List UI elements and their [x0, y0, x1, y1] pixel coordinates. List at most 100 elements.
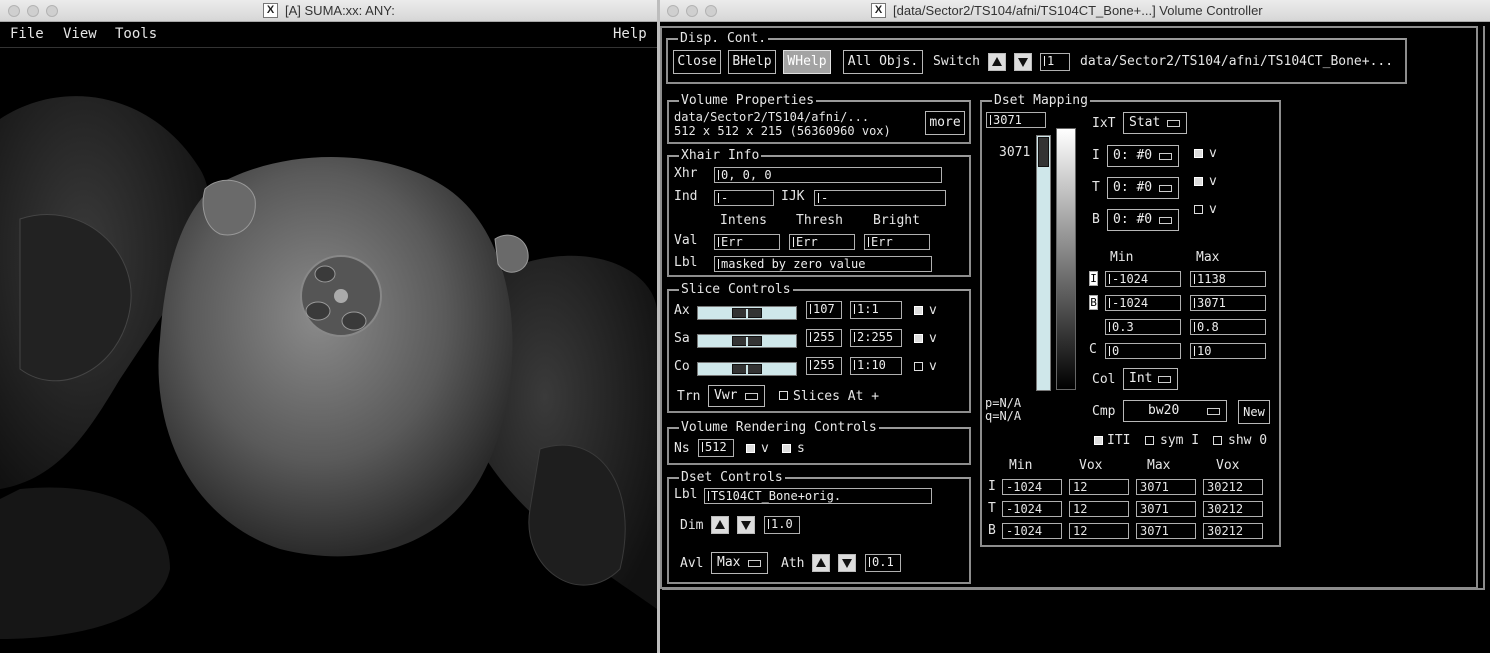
ixt-option-menu[interactable]: Stat: [1123, 112, 1187, 134]
ind-label: Ind: [674, 189, 698, 204]
threshold-scale-thumb[interactable]: [1038, 137, 1049, 167]
row-min-cell: -1024: [1002, 501, 1062, 517]
co-slider-thumb[interactable]: [732, 364, 762, 375]
ath-down-arrow-icon[interactable]: [838, 554, 856, 572]
co-v-checkbox[interactable]: [914, 362, 923, 371]
ns-field[interactable]: 512: [698, 439, 734, 457]
co-label: Co: [674, 359, 690, 374]
row-vox2-cell: 30212: [1203, 501, 1263, 517]
suma-titlebar[interactable]: X [A] SUMA:xx: ANY:: [0, 0, 657, 22]
trn-option-menu[interactable]: Vwr: [708, 385, 765, 407]
right-divider: [1483, 26, 1485, 588]
co-range-field[interactable]: 1:10: [850, 357, 902, 375]
val-thresh-field[interactable]: Err: [789, 234, 855, 250]
ax-slider[interactable]: [697, 306, 797, 320]
ax-slider-thumb[interactable]: [732, 308, 762, 319]
sa-number-field[interactable]: 255: [806, 329, 842, 347]
cmp-option-menu[interactable]: bw20: [1123, 400, 1227, 422]
switch-down-arrow-icon[interactable]: [1014, 53, 1032, 71]
dim-down-arrow-icon[interactable]: [737, 516, 755, 534]
menu-tools[interactable]: Tools: [115, 26, 157, 42]
b-sub-label: B: [1092, 212, 1100, 227]
close-window-icon[interactable]: [8, 5, 20, 17]
threshold-scale-trough[interactable]: [1036, 135, 1051, 391]
menu-view[interactable]: View: [63, 26, 97, 42]
ath-up-arrow-icon[interactable]: [812, 554, 830, 572]
switch-value-field[interactable]: 1: [1040, 53, 1070, 71]
xhair-lbl-field[interactable]: masked by zero value: [714, 256, 932, 272]
intens-header: Intens: [720, 213, 767, 228]
all-objs-button[interactable]: All Objs.: [843, 50, 923, 74]
ind-field[interactable]: -: [714, 190, 774, 206]
vr-v-checkbox[interactable]: [746, 444, 755, 453]
minimize-window-icon[interactable]: [27, 5, 39, 17]
co-number-field[interactable]: 255: [806, 357, 842, 375]
switch-up-arrow-icon[interactable]: [988, 53, 1006, 71]
row-vox-cell: 12: [1069, 523, 1129, 539]
zoom-window-icon[interactable]: [46, 5, 58, 17]
c-min-field[interactable]: 0: [1105, 343, 1181, 359]
close-window-icon[interactable]: [667, 5, 679, 17]
suma-3d-viewport[interactable]: [0, 49, 657, 653]
iti-label: ITI: [1107, 433, 1131, 448]
table-vox2-header: Vox: [1216, 458, 1240, 473]
trn-label: Trn: [677, 389, 701, 404]
more-button[interactable]: more: [925, 111, 965, 135]
sa-range-field[interactable]: 2:255: [850, 329, 902, 347]
c-max-field[interactable]: 10: [1190, 343, 1266, 359]
iti-checkbox[interactable]: [1094, 436, 1103, 445]
ax-v-checkbox[interactable]: [914, 306, 923, 315]
zoom-window-icon[interactable]: [705, 5, 717, 17]
vc-titlebar[interactable]: X [data/Sector2/TS104/afni/TS104CT_Bone+…: [660, 0, 1490, 22]
avl-option-menu[interactable]: Max: [711, 552, 768, 574]
minimize-window-icon[interactable]: [686, 5, 698, 17]
dim-field[interactable]: 1.0: [764, 516, 800, 534]
b-sub-option-menu[interactable]: 0: #0: [1107, 209, 1179, 231]
row-min-cell: -1024: [1002, 523, 1062, 539]
ax-range-field[interactable]: 1:1: [850, 301, 902, 319]
i-min-field[interactable]: -1024: [1105, 271, 1181, 287]
b-min-field[interactable]: -1024: [1105, 295, 1181, 311]
ath-field[interactable]: 0.1: [865, 554, 901, 572]
b-max-field[interactable]: 3071: [1190, 295, 1266, 311]
threshold-value-field[interactable]: 3071: [986, 112, 1046, 128]
row-max-cell: 3071: [1136, 479, 1196, 495]
x11-icon: X: [871, 3, 886, 18]
bhelp-button[interactable]: BHelp: [728, 50, 776, 74]
b-v-checkbox[interactable]: [1194, 205, 1203, 214]
menu-file[interactable]: File: [10, 26, 44, 42]
ax-label: Ax: [674, 303, 690, 318]
menu-help[interactable]: Help: [613, 26, 647, 42]
brightness-min-field[interactable]: 0.3: [1105, 319, 1181, 335]
col-option-menu[interactable]: Int: [1123, 368, 1178, 390]
sym-checkbox[interactable]: [1145, 436, 1154, 445]
i-max-field[interactable]: 1138: [1190, 271, 1266, 287]
ijk-field[interactable]: -: [814, 190, 946, 206]
val-bright-field[interactable]: Err: [864, 234, 930, 250]
co-slider[interactable]: [697, 362, 797, 376]
slices-at-checkbox[interactable]: [779, 391, 788, 400]
brightness-max-field[interactable]: 0.8: [1190, 319, 1266, 335]
vr-s-checkbox[interactable]: [782, 444, 791, 453]
sa-v-checkbox[interactable]: [914, 334, 923, 343]
shw-checkbox[interactable]: [1213, 436, 1222, 445]
dim-up-arrow-icon[interactable]: [711, 516, 729, 534]
slice-controls-label: Slice Controls: [679, 282, 793, 297]
t-v-checkbox[interactable]: [1194, 177, 1203, 186]
i-v-label: v: [1209, 146, 1217, 161]
xhr-field[interactable]: 0, 0, 0: [714, 167, 942, 183]
whelp-button[interactable]: WHelp: [783, 50, 831, 74]
i-sub-option-menu[interactable]: 0: #0: [1107, 145, 1179, 167]
new-colormap-button[interactable]: New: [1238, 400, 1270, 424]
ijk-label: IJK: [781, 189, 805, 204]
ax-number-field[interactable]: 107: [806, 301, 842, 319]
val-label: Val: [674, 233, 698, 248]
i-v-checkbox[interactable]: [1194, 149, 1203, 158]
sa-slider-thumb[interactable]: [732, 336, 762, 347]
ax-v-label: v: [929, 303, 937, 318]
t-sub-option-menu[interactable]: 0: #0: [1107, 177, 1179, 199]
val-intens-field[interactable]: Err: [714, 234, 780, 250]
sa-slider[interactable]: [697, 334, 797, 348]
dset-lbl-field[interactable]: TS104CT_Bone+orig.: [704, 488, 932, 504]
close-button[interactable]: Close: [673, 50, 721, 74]
